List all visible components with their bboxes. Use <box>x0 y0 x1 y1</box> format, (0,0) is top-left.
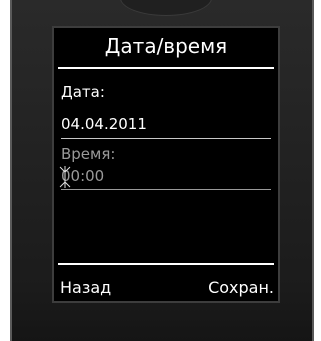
screen-title: Дата/время <box>104 34 228 58</box>
date-field-underline <box>61 138 271 139</box>
time-label: Время: <box>61 145 116 163</box>
time-field-underline <box>61 189 271 190</box>
settings-panel: Дата: 04.04.2011 Время: 00:00 <box>58 67 274 265</box>
date-field[interactable]: 04.04.2011 <box>61 115 147 133</box>
earpiece-notch <box>120 0 212 16</box>
save-button[interactable]: Сохран. <box>208 278 274 297</box>
date-label: Дата: <box>61 83 105 101</box>
back-button[interactable]: Назад <box>60 278 111 297</box>
phone-display: Дата/время Дата: 04.04.2011 Время: 00:00… <box>52 26 280 303</box>
phone-scene: Дата/время Дата: 04.04.2011 Время: 00:00… <box>0 0 321 341</box>
text-cursor-icon <box>59 166 71 188</box>
